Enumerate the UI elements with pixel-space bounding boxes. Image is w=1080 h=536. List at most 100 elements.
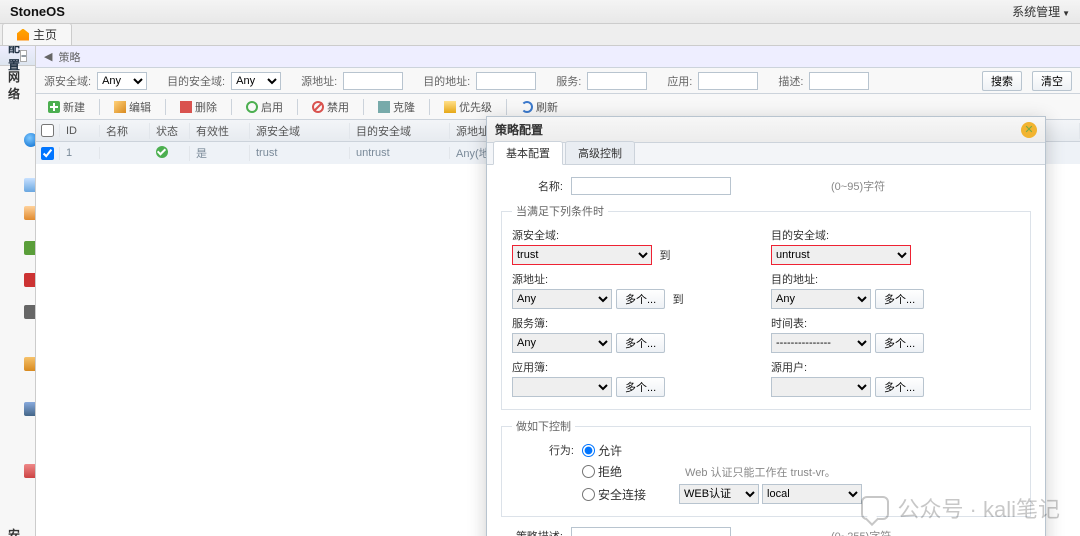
dst-addr-label: 目的地址: (771, 271, 1020, 287)
col-dstzone[interactable]: 目的安全域 (350, 123, 450, 139)
cell-state (150, 146, 190, 161)
filter-dst-addr[interactable] (476, 72, 536, 90)
name-hint: (0~95)字符 (831, 178, 885, 194)
caret-down-icon: ▼ (1062, 9, 1070, 18)
src-addr-select[interactable]: Any (512, 289, 612, 309)
nav-group-title: 网络 (0, 66, 35, 104)
dialog-tab-advanced[interactable]: 高级控制 (565, 141, 635, 164)
app-book-select[interactable] (512, 377, 612, 397)
nav-item-l2tp[interactable]: L2TP VPN (0, 296, 35, 328)
control-legend: 做如下控制 (512, 418, 575, 434)
trash-icon (180, 101, 192, 113)
cell-src: trust (250, 147, 350, 159)
col-srczone[interactable]: 源安全域 (250, 123, 350, 139)
ssl-icon (24, 273, 36, 287)
select-all-checkbox[interactable] (41, 124, 54, 137)
timetable-label: 时间表: (771, 315, 1020, 331)
tb-new[interactable]: 新建 (44, 97, 89, 117)
route-icon (24, 206, 36, 220)
nav-group-title: 安全 (0, 524, 35, 536)
breadcrumb: ◀ 策略 (36, 46, 1080, 68)
dialog-close-button[interactable]: ✕ (1021, 122, 1037, 138)
nav-item-8021x[interactable]: 802.1X (0, 400, 35, 418)
tabs-row: 主页 (0, 24, 1080, 46)
filter-service[interactable] (587, 72, 647, 90)
dst-addr-select[interactable]: Any (771, 289, 871, 309)
filter-dst-addr-label: 目的地址: (423, 73, 470, 89)
nav-header: 配置 − (0, 46, 35, 66)
timetable-select[interactable]: --------------- (771, 333, 871, 353)
app-book-multi-button[interactable]: 多个... (616, 377, 665, 397)
action-deny[interactable]: 拒绝 Web 认证只能工作在 trust-vr。 (582, 463, 862, 480)
priority-icon (444, 101, 456, 113)
tb-clone[interactable]: 克隆 (374, 97, 419, 117)
filter-app-label: 应用: (667, 73, 692, 89)
userident-icon (24, 357, 36, 371)
service-book-label: 服务簿: (512, 315, 761, 331)
disable-icon (312, 101, 324, 113)
nav-item-ssl[interactable]: SSL VPN (0, 264, 35, 296)
breadcrumb-back-icon[interactable]: ◀ (44, 50, 52, 63)
filter-desc[interactable] (809, 72, 869, 90)
tb-disable[interactable]: 禁用 (308, 97, 353, 117)
dialog-title: 策略配置 (495, 121, 543, 138)
filter-app[interactable] (698, 72, 758, 90)
filter-clear-button[interactable]: 清空 (1032, 71, 1072, 91)
col-id[interactable]: ID (60, 125, 100, 137)
l2tp-icon (24, 305, 36, 319)
col-name[interactable]: 名称 (100, 123, 150, 139)
filter-src-addr-label: 源地址: (301, 73, 337, 89)
breadcrumb-text: 策略 (58, 49, 80, 65)
tab-home[interactable]: 主页 (2, 23, 72, 45)
src-zone-select[interactable]: trust (512, 245, 652, 265)
timetable-multi-button[interactable]: 多个... (875, 333, 924, 353)
name-label: 名称: (501, 178, 571, 194)
col-valid[interactable]: 有效性 (190, 123, 250, 139)
nav-item-netconn[interactable]: 网络连接 (0, 104, 35, 176)
8021x-icon (24, 402, 36, 416)
dialog-header[interactable]: 策略配置 ✕ (487, 117, 1045, 143)
nav-item-ipsec[interactable]: IPsec VPN (0, 232, 35, 264)
action-allow[interactable]: 允许 (582, 442, 862, 459)
filter-search-button[interactable]: 搜索 (982, 71, 1022, 91)
src-addr-multi-button[interactable]: 多个... (616, 289, 665, 309)
src-user-multi-button[interactable]: 多个... (875, 377, 924, 397)
nav-item-userident[interactable]: 用户识别 (0, 328, 35, 400)
filter-src-addr[interactable] (343, 72, 403, 90)
tb-priority[interactable]: 优先级 (440, 97, 496, 117)
auth-server-select[interactable]: local (762, 484, 862, 504)
dst-addr-multi-button[interactable]: 多个... (875, 289, 924, 309)
check-icon (156, 146, 168, 158)
col-state[interactable]: 状态 (150, 123, 190, 139)
dst-zone-select[interactable]: untrust (771, 245, 911, 265)
tb-enable[interactable]: 启用 (242, 97, 287, 117)
nav-item-nat[interactable]: NAT (0, 176, 35, 194)
side-nav: 配置 − 网络网络连接NAT路由IPsec VPNSSL VPNL2TP VPN… (0, 46, 36, 536)
nav-item-route[interactable]: 路由 (0, 194, 35, 232)
web-auth-select[interactable]: WEB认证 (679, 484, 759, 504)
tb-refresh[interactable]: 刷新 (517, 97, 562, 117)
src-user-label: 源用户: (771, 359, 1020, 375)
cell-id: 1 (60, 147, 100, 159)
nav-item-lb[interactable]: 链路负载均衡 (0, 418, 35, 524)
filter-src-zone[interactable]: Any (97, 72, 147, 90)
dialog-tab-basic[interactable]: 基本配置 (493, 141, 563, 165)
netconn-icon (24, 133, 36, 147)
filter-dst-zone[interactable]: Any (231, 72, 281, 90)
control-fieldset: 做如下控制 行为: 允许 拒绝 Web 认证只能工作在 trust-vr。 安全… (501, 418, 1031, 517)
action-secure[interactable]: 安全连接 WEB认证 local (582, 484, 862, 504)
system-menu[interactable]: 系统管理▼ (1012, 3, 1070, 20)
filter-src-zone-label: 源安全域: (44, 73, 91, 89)
row-checkbox[interactable] (41, 147, 54, 160)
service-book-select[interactable]: Any (512, 333, 612, 353)
src-user-select[interactable] (771, 377, 871, 397)
tb-delete[interactable]: 删除 (176, 97, 221, 117)
plus-icon (48, 101, 60, 113)
desc-input[interactable] (571, 527, 731, 536)
web-auth-note: Web 认证只能工作在 trust-vr。 (685, 464, 836, 480)
service-book-multi-button[interactable]: 多个... (616, 333, 665, 353)
tb-edit[interactable]: 编辑 (110, 97, 155, 117)
name-input[interactable] (571, 177, 731, 195)
src-zone-label: 源安全域: (512, 227, 761, 243)
nav-collapse-button[interactable]: − (20, 50, 27, 62)
